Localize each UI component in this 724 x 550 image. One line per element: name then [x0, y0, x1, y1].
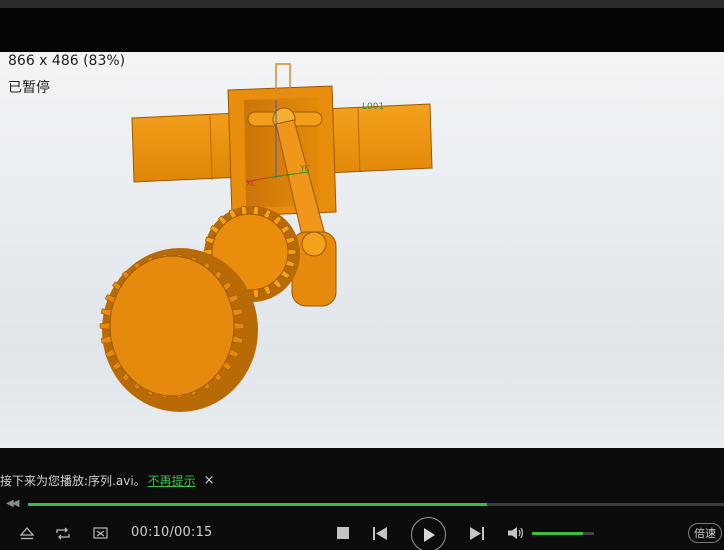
player-controls: 00:10/00:15 倍速	[0, 515, 724, 550]
next-play-text: 接下来为您播放:序列.avi。	[0, 473, 146, 488]
volume-slider[interactable]	[532, 532, 594, 535]
next-icon[interactable]	[469, 526, 485, 540]
cad-mechanism-scene: L001 YC XC	[99, 63, 433, 412]
video-frame[interactable]: L001 YC XC	[0, 52, 724, 448]
screenshot-icon[interactable]	[91, 525, 109, 541]
rewind-icon[interactable]: ◀◀	[6, 498, 19, 509]
time-display: 00:10/00:15	[131, 525, 213, 540]
play-icon	[423, 527, 435, 542]
play-button[interactable]	[411, 517, 446, 550]
axis-label-xc: XC	[246, 179, 257, 188]
close-icon[interactable]: ×	[204, 473, 215, 488]
playback-speed-button[interactable]: 倍速	[688, 523, 722, 543]
volume-fill	[532, 532, 583, 535]
dont-show-again-link[interactable]: 不再提示	[148, 472, 196, 489]
eject-icon[interactable]	[18, 525, 36, 541]
next-play-notice: 接下来为您播放:序列.avi。 不再提示 ×	[0, 470, 215, 490]
stop-icon[interactable]	[336, 526, 350, 540]
seek-progress-fill	[28, 503, 488, 506]
osd-resolution-text: 866 x 486 (83%)	[8, 53, 126, 69]
top-letterbox	[0, 8, 724, 52]
axis-label-yc: YC	[299, 164, 310, 173]
seek-bar[interactable]	[28, 503, 724, 506]
volume-icon[interactable]	[506, 525, 524, 541]
previous-icon[interactable]	[372, 526, 388, 540]
osd-pause-status: 已暂停	[8, 80, 50, 96]
sketch-label-1: L001	[362, 102, 384, 112]
window-title-bar	[0, 0, 724, 8]
large-gear	[99, 248, 258, 412]
seek-row: ◀◀	[0, 497, 724, 513]
loop-icon[interactable]	[54, 525, 72, 541]
